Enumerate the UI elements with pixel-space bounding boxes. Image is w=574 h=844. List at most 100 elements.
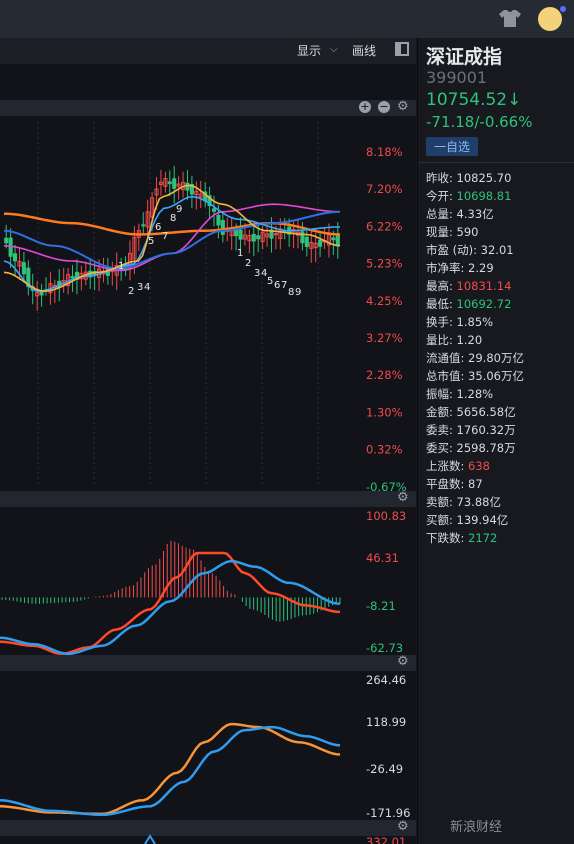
candle bbox=[331, 237, 336, 241]
candle bbox=[220, 219, 225, 235]
add-watchlist-button[interactable]: 一自选 bbox=[426, 137, 479, 156]
quote-value: 139.94亿 bbox=[452, 513, 509, 527]
quote-label: 市净率: bbox=[426, 261, 465, 275]
y-axis-label: 7.20% bbox=[366, 182, 403, 196]
stock-change: -71.18/-0.66% bbox=[426, 113, 533, 131]
quote-label: 下跌数: bbox=[426, 531, 465, 545]
sequence-label: 2 bbox=[245, 258, 251, 269]
quote-value: 10698.81 bbox=[452, 189, 512, 203]
y-axis-label: -62.73 bbox=[366, 641, 403, 655]
candle bbox=[318, 239, 323, 247]
quote-value: 29.80万亿 bbox=[464, 351, 524, 365]
stock-name: 深证成指 bbox=[426, 46, 503, 68]
y-axis-label: 100.83 bbox=[366, 509, 406, 523]
quote-value: 10825.70 bbox=[452, 171, 512, 185]
quote-value: 590 bbox=[452, 225, 479, 239]
sequence-label: 5 bbox=[267, 276, 273, 287]
quote-row: 委买: 2598.78万 bbox=[426, 440, 516, 456]
indicator-line-peek bbox=[144, 834, 156, 844]
y-axis-label: 5.23% bbox=[366, 257, 403, 271]
quote-label: 总市值: bbox=[426, 369, 465, 383]
sequence-label: 4 bbox=[144, 282, 150, 293]
quote-row: 换手: 1.85% bbox=[426, 314, 493, 330]
shirt-icon[interactable] bbox=[497, 8, 523, 28]
quote-label: 量比: bbox=[426, 333, 453, 347]
candle bbox=[13, 253, 18, 262]
quote-label: 卖额: bbox=[426, 495, 453, 509]
candle bbox=[335, 234, 340, 247]
notification-dot bbox=[560, 6, 566, 12]
avatar[interactable] bbox=[538, 7, 562, 31]
indicator-line-orange bbox=[0, 722, 341, 816]
macd-dea-line bbox=[0, 559, 341, 656]
quote-row: 平盘数: 87 bbox=[426, 476, 483, 492]
sequence-label: 3 bbox=[137, 282, 143, 293]
quote-label: 振幅: bbox=[426, 387, 453, 401]
candle bbox=[304, 236, 309, 247]
y-axis-label: 3.27% bbox=[366, 331, 403, 345]
quote-label: 换手: bbox=[426, 315, 453, 329]
candle bbox=[185, 182, 190, 191]
quote-row: 总市值: 35.06万亿 bbox=[426, 368, 524, 384]
quote-row: 卖额: 73.88亿 bbox=[426, 494, 501, 510]
quote-label: 买额: bbox=[426, 513, 453, 527]
y-axis-label: 4.25% bbox=[366, 294, 403, 308]
watermark: 新浪财经 bbox=[450, 820, 503, 835]
y-axis-label: 2.28% bbox=[366, 368, 403, 382]
quote-label: 金额: bbox=[426, 405, 453, 419]
candle bbox=[167, 181, 172, 185]
quote-value: 2598.78万 bbox=[452, 441, 516, 455]
quote-row: 下跌数: 2172 bbox=[426, 530, 497, 546]
candle bbox=[110, 270, 115, 273]
quote-row: 市盈 (动): 32.01 bbox=[426, 242, 514, 258]
quote-label: 平盘数: bbox=[426, 477, 465, 491]
quote-row: 总量: 4.33亿 bbox=[426, 206, 494, 222]
stock-code: 399001 bbox=[426, 68, 488, 87]
top-bar bbox=[0, 0, 574, 38]
quote-label: 委卖: bbox=[426, 423, 453, 437]
quote-label: 昨收: bbox=[426, 171, 453, 185]
y-axis-label: 8.18% bbox=[366, 145, 403, 159]
candle bbox=[273, 233, 278, 236]
quote-label: 总量: bbox=[426, 207, 453, 221]
quote-value: 2.29 bbox=[464, 261, 494, 275]
quote-value: 32.01 bbox=[477, 243, 514, 257]
quote-value: 638 bbox=[464, 459, 490, 473]
quote-row: 振幅: 1.28% bbox=[426, 386, 493, 402]
y-axis-label: -0.67% bbox=[366, 480, 407, 494]
candle bbox=[141, 224, 146, 227]
y-axis-label: -26.49 bbox=[366, 762, 403, 776]
stock-price: 10754.52↓ bbox=[426, 90, 522, 110]
quote-label: 市盈 (动): bbox=[426, 243, 478, 257]
quote-value: 1760.32万 bbox=[452, 423, 516, 437]
y-axis-label: 332.01 bbox=[366, 835, 406, 844]
quote-label: 委买: bbox=[426, 441, 453, 455]
candle bbox=[238, 229, 243, 240]
macd-dif-line bbox=[0, 551, 341, 656]
quote-row: 市净率: 2.29 bbox=[426, 260, 494, 276]
quote-value: 35.06万亿 bbox=[464, 369, 524, 383]
quote-value: 10692.72 bbox=[452, 297, 512, 311]
chart-canvas: 8.18% 7.20% 6.22% 5.23% 4.25% 3.27% 2.28% 1.30%… bbox=[0, 122, 410, 844]
divider bbox=[418, 162, 574, 163]
candle bbox=[211, 208, 217, 212]
candle bbox=[172, 178, 177, 189]
quote-label: 流通值: bbox=[426, 351, 465, 365]
y-axis-label: 264.46 bbox=[366, 673, 406, 687]
candle bbox=[21, 262, 26, 275]
sequence-label: 9 bbox=[295, 287, 301, 298]
y-axis-label: 0.32% bbox=[366, 443, 403, 457]
sequence-label: 5 bbox=[148, 236, 154, 247]
quote-row: 金额: 5656.58亿 bbox=[426, 404, 516, 420]
quote-value: 1.20 bbox=[452, 333, 483, 347]
candle bbox=[251, 233, 256, 242]
candle bbox=[216, 214, 221, 226]
quote-value: 2172 bbox=[464, 531, 498, 545]
candle bbox=[234, 229, 239, 237]
quote-row: 流通值: 29.80万亿 bbox=[426, 350, 524, 366]
chart-area[interactable]: 显示 ⌵ 画线 + − ⚙ ⚙ ⚙ ⚙ 8.18% 7.20% 6.22% 5.23%… bbox=[0, 38, 416, 844]
candle bbox=[300, 231, 305, 244]
y-axis-label: -8.21 bbox=[366, 599, 396, 613]
sequence-label: 8 bbox=[288, 287, 294, 298]
quote-value: 1.85% bbox=[452, 315, 494, 329]
